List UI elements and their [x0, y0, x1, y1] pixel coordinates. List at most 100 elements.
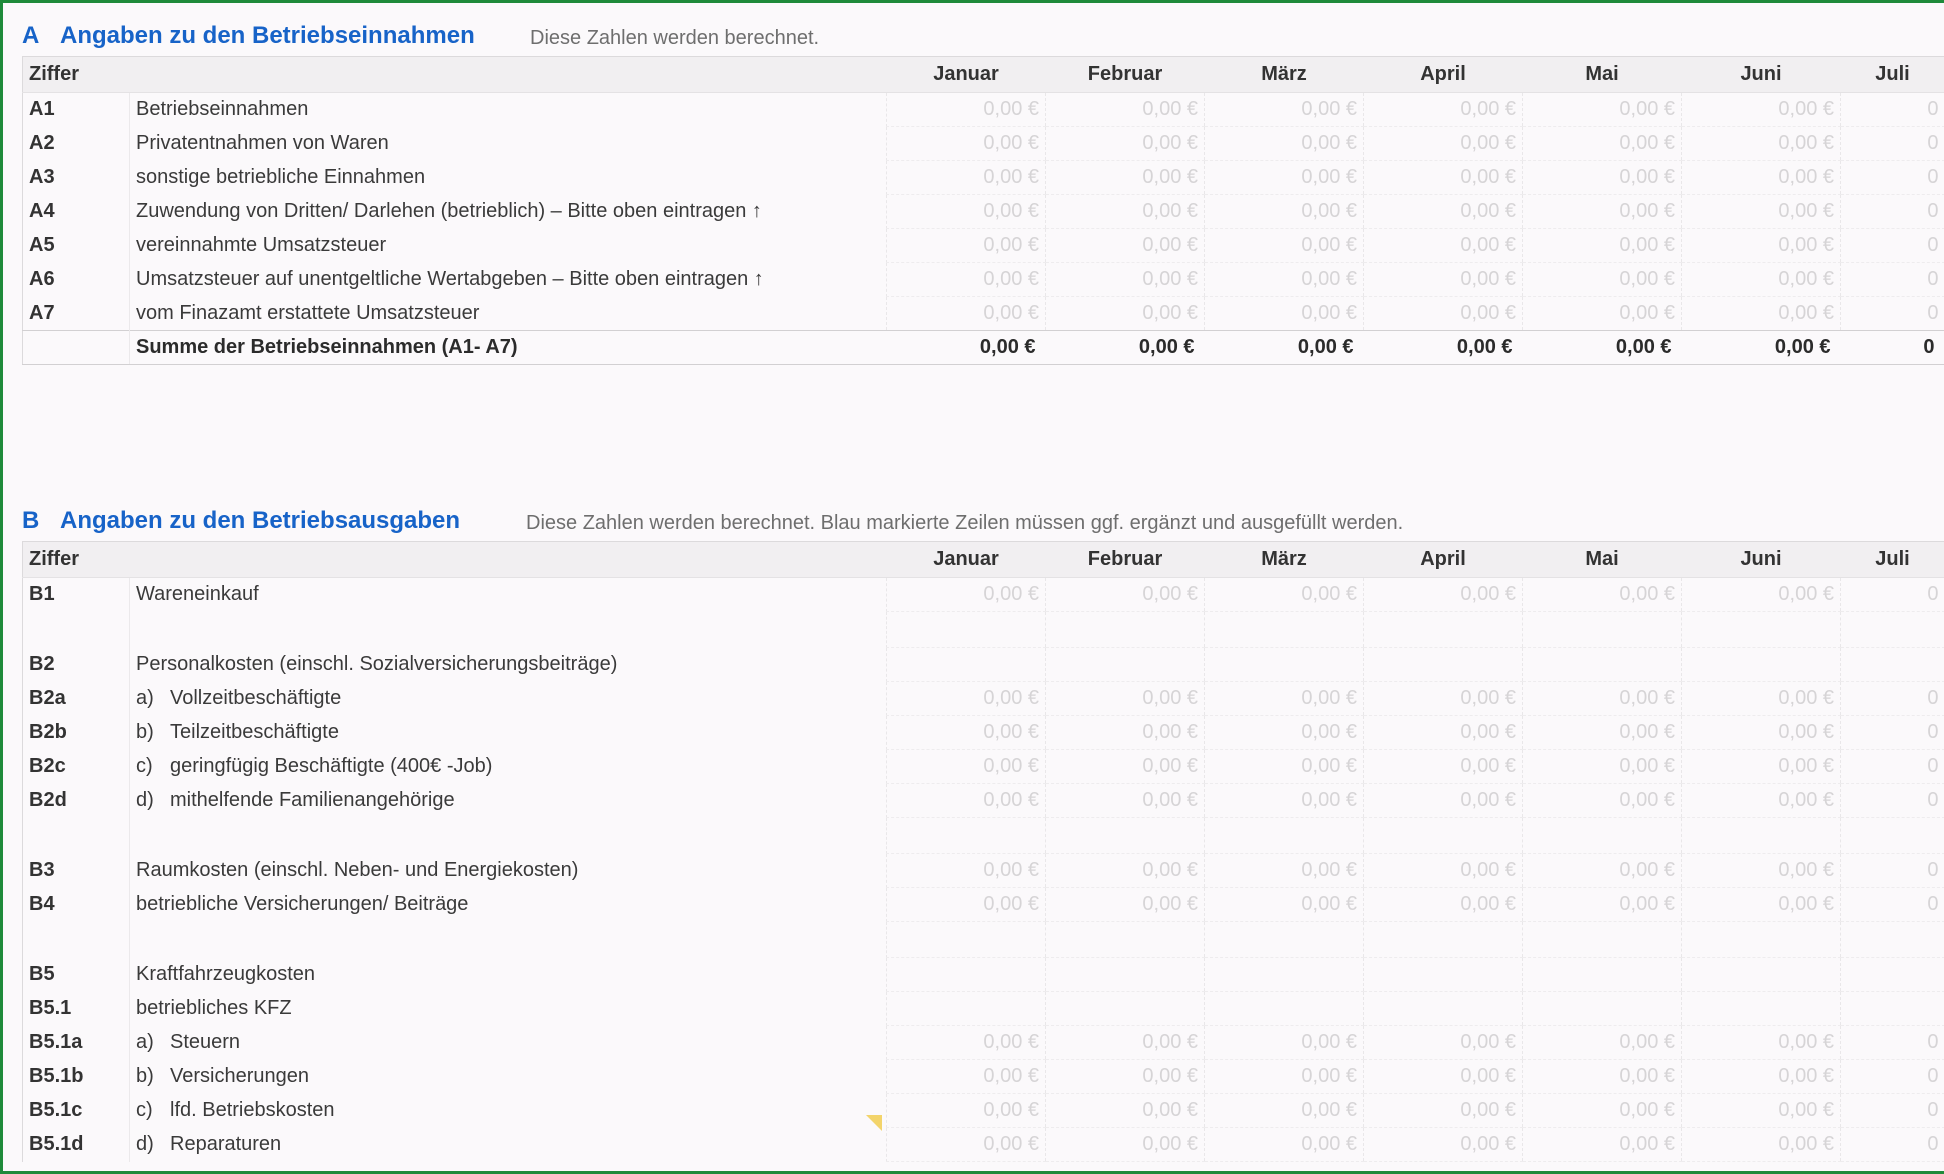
value-cell[interactable]: 0,00 € — [1522, 262, 1682, 297]
value-cell[interactable]: 0,00 € — [1045, 887, 1205, 922]
value-cell[interactable]: 0,00 € — [1522, 853, 1682, 888]
value-cell-empty[interactable] — [1522, 957, 1682, 992]
value-cell[interactable]: 0,00 € — [1681, 262, 1841, 297]
value-cell[interactable]: 0,00 € — [1204, 887, 1364, 922]
value-cell-empty[interactable] — [886, 957, 1046, 992]
value-cell[interactable]: 0,00 € — [1045, 194, 1205, 229]
value-cell[interactable]: 0,00 € — [1522, 228, 1682, 263]
value-cell[interactable]: 0,00 € — [1681, 126, 1841, 161]
value-cell[interactable]: 0,00 € — [1681, 1127, 1841, 1162]
value-cell[interactable]: 0,00 € — [1204, 1093, 1364, 1128]
value-cell-empty[interactable] — [1681, 647, 1841, 682]
value-cell-empty[interactable] — [1681, 991, 1841, 1026]
value-cell[interactable]: 0,00 € — [1522, 92, 1682, 127]
value-cell[interactable]: 0,00 € — [1681, 1093, 1841, 1128]
value-cell[interactable]: 0,00 € — [1363, 783, 1523, 818]
value-cell[interactable]: 0,00 € — [1045, 126, 1205, 161]
value-cell[interactable]: 0 — [1840, 296, 1944, 331]
value-cell[interactable]: 0,00 € — [1045, 749, 1205, 784]
value-cell[interactable]: 0,00 € — [1681, 1025, 1841, 1060]
value-cell[interactable]: 0,00 € — [1522, 749, 1682, 784]
value-cell-empty[interactable] — [1840, 957, 1944, 992]
value-cell[interactable]: 0,00 € — [1363, 1093, 1523, 1128]
cell-comment-marker[interactable] — [866, 1115, 882, 1131]
value-cell[interactable]: 0,00 € — [1363, 228, 1523, 263]
value-cell-empty[interactable] — [1363, 991, 1523, 1026]
value-cell[interactable]: 0,00 € — [1363, 1025, 1523, 1060]
value-cell[interactable]: 0,00 € — [1204, 577, 1364, 612]
value-cell[interactable]: 0 — [1840, 160, 1944, 195]
value-cell[interactable]: 0,00 € — [886, 1059, 1046, 1094]
value-cell[interactable]: 0,00 € — [1681, 194, 1841, 229]
value-cell[interactable]: 0,00 € — [886, 1093, 1046, 1128]
value-cell[interactable]: 0,00 € — [1522, 1059, 1682, 1094]
value-cell-empty[interactable] — [1045, 957, 1205, 992]
value-cell-empty[interactable] — [1522, 647, 1682, 682]
value-cell-empty[interactable] — [1204, 957, 1364, 992]
value-cell[interactable]: 0 — [1840, 126, 1944, 161]
value-cell[interactable]: 0 — [1840, 1127, 1944, 1162]
value-cell[interactable]: 0,00 € — [886, 749, 1046, 784]
value-cell-empty[interactable] — [1840, 991, 1944, 1026]
value-cell[interactable]: 0,00 € — [1522, 681, 1682, 716]
value-cell[interactable]: 0,00 € — [1363, 126, 1523, 161]
value-cell[interactable]: 0,00 € — [1045, 577, 1205, 612]
value-cell[interactable]: 0,00 € — [1522, 126, 1682, 161]
value-cell-empty[interactable] — [1045, 647, 1205, 682]
value-cell[interactable]: 0 — [1840, 1025, 1944, 1060]
value-cell[interactable]: 0,00 € — [1363, 194, 1523, 229]
value-cell[interactable]: 0,00 € — [886, 160, 1046, 195]
value-cell[interactable]: 0 — [1840, 1059, 1944, 1094]
value-cell[interactable]: 0 — [1840, 715, 1944, 750]
value-cell[interactable]: 0 — [1840, 783, 1944, 818]
value-cell[interactable]: 0,00 € — [1045, 681, 1205, 716]
value-cell-empty[interactable] — [1363, 647, 1523, 682]
value-cell[interactable]: 0,00 € — [1204, 126, 1364, 161]
value-cell[interactable]: 0,00 € — [1204, 228, 1364, 263]
value-cell[interactable]: 0,00 € — [1363, 92, 1523, 127]
value-cell[interactable]: 0,00 € — [1045, 853, 1205, 888]
value-cell[interactable]: 0 — [1840, 1093, 1944, 1128]
value-cell-empty[interactable] — [886, 647, 1046, 682]
value-cell[interactable]: 0,00 € — [1045, 296, 1205, 331]
value-cell[interactable]: 0,00 € — [1363, 160, 1523, 195]
value-cell[interactable]: 0,00 € — [1363, 577, 1523, 612]
value-cell[interactable]: 0 — [1840, 228, 1944, 263]
value-cell[interactable]: 0,00 € — [886, 715, 1046, 750]
value-cell[interactable]: 0,00 € — [1204, 681, 1364, 716]
value-cell[interactable]: 0,00 € — [1204, 194, 1364, 229]
value-cell[interactable]: 0,00 € — [886, 853, 1046, 888]
value-cell[interactable]: 0,00 € — [1204, 853, 1364, 888]
value-cell[interactable]: 0,00 € — [1522, 1025, 1682, 1060]
value-cell[interactable]: 0,00 € — [1681, 296, 1841, 331]
value-cell[interactable]: 0,00 € — [1522, 715, 1682, 750]
value-cell[interactable]: 0 — [1840, 887, 1944, 922]
value-cell[interactable]: 0,00 € — [1522, 1127, 1682, 1162]
value-cell[interactable]: 0,00 € — [1681, 92, 1841, 127]
value-cell[interactable]: 0,00 € — [1204, 296, 1364, 331]
value-cell-empty[interactable] — [1204, 991, 1364, 1026]
value-cell[interactable]: 0,00 € — [1045, 262, 1205, 297]
value-cell[interactable]: 0,00 € — [1522, 194, 1682, 229]
value-cell[interactable]: 0,00 € — [1363, 715, 1523, 750]
value-cell[interactable]: 0,00 € — [1204, 749, 1364, 784]
value-cell[interactable]: 0,00 € — [1522, 160, 1682, 195]
value-cell[interactable]: 0,00 € — [1045, 783, 1205, 818]
value-cell[interactable]: 0,00 € — [1204, 1059, 1364, 1094]
value-cell[interactable]: 0,00 € — [886, 1025, 1046, 1060]
value-cell[interactable]: 0 — [1840, 577, 1944, 612]
value-cell[interactable]: 0,00 € — [1363, 887, 1523, 922]
value-cell[interactable]: 0,00 € — [1681, 681, 1841, 716]
value-cell-empty[interactable] — [886, 991, 1046, 1026]
value-cell[interactable]: 0,00 € — [886, 126, 1046, 161]
value-cell[interactable]: 0,00 € — [1045, 1059, 1205, 1094]
value-cell[interactable]: 0,00 € — [1681, 577, 1841, 612]
value-cell[interactable]: 0,00 € — [1681, 749, 1841, 784]
value-cell[interactable]: 0,00 € — [1363, 681, 1523, 716]
value-cell[interactable]: 0,00 € — [1522, 1093, 1682, 1128]
value-cell[interactable]: 0 — [1840, 262, 1944, 297]
value-cell[interactable]: 0,00 € — [1204, 783, 1364, 818]
value-cell[interactable]: 0,00 € — [1045, 715, 1205, 750]
value-cell[interactable]: 0,00 € — [886, 681, 1046, 716]
value-cell-empty[interactable] — [1840, 647, 1944, 682]
